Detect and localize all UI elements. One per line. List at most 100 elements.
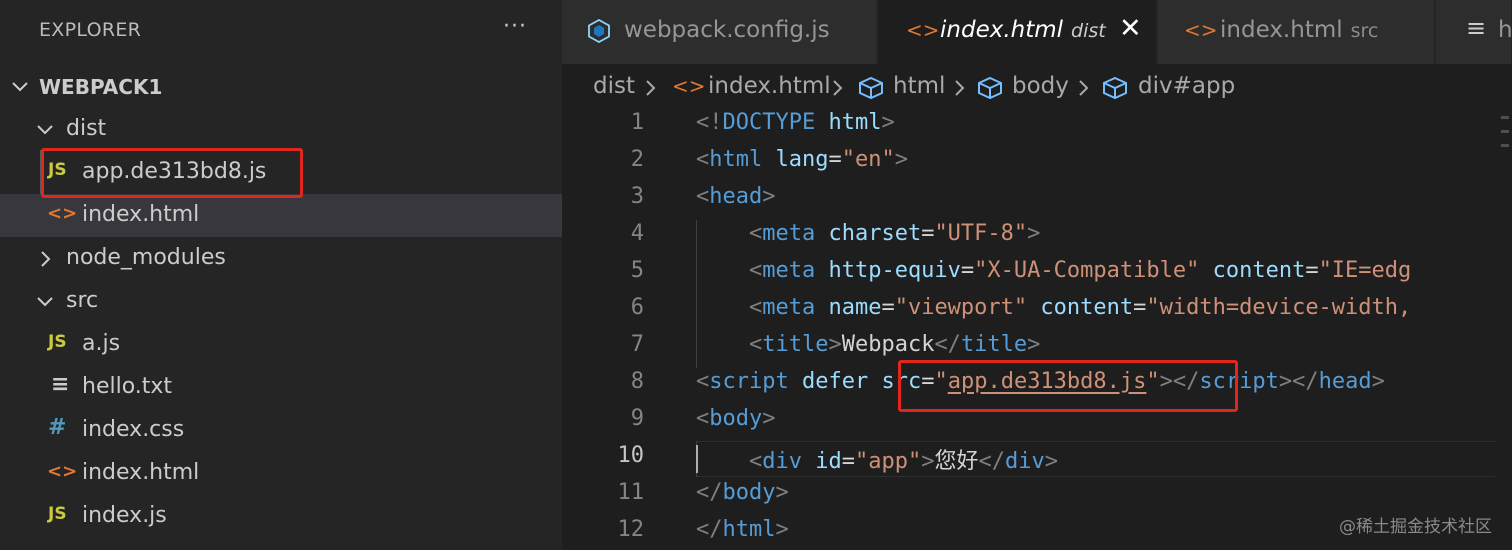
chevron-right-icon bbox=[646, 80, 656, 96]
tree-root-label: WEBPACK1 bbox=[39, 75, 163, 99]
code-token: < bbox=[748, 295, 763, 320]
code-token: charset bbox=[828, 221, 922, 246]
tab-label: webpack.config.js bbox=[624, 17, 830, 43]
code-token: "X-UA-Compatible" bbox=[974, 258, 1200, 283]
breadcrumb-item-div-app[interactable]: div#app bbox=[1138, 73, 1235, 99]
code-line: </html> bbox=[696, 517, 789, 542]
code-token: </ bbox=[696, 480, 723, 505]
code-line: <meta name="viewport" content="width=dev… bbox=[696, 295, 1411, 320]
more-actions-icon[interactable]: ··· bbox=[503, 14, 527, 39]
line-number: 3 bbox=[630, 184, 644, 209]
chevron-right-icon bbox=[955, 80, 965, 96]
code-token: > bbox=[762, 406, 776, 431]
tree-folder-node-modules[interactable]: node_modules bbox=[0, 237, 562, 280]
code-token: < bbox=[696, 406, 710, 431]
explorer-title: EXPLORER bbox=[39, 19, 142, 41]
code-line: <meta http-equiv="X-UA-Compatible" conte… bbox=[696, 258, 1411, 283]
breadcrumb-item-index-html[interactable]: index.html bbox=[708, 73, 831, 99]
code-token: = bbox=[841, 449, 855, 474]
text-file-icon: ≡ bbox=[1466, 14, 1487, 42]
code-line: </body> bbox=[696, 480, 789, 505]
line-number: 6 bbox=[630, 295, 644, 320]
code-token: > bbox=[828, 332, 842, 357]
code-token: head bbox=[1318, 369, 1372, 394]
code-token: "IE=edg bbox=[1318, 258, 1412, 283]
close-icon[interactable]: ✕ bbox=[1119, 13, 1142, 44]
line-number: 12 bbox=[617, 517, 645, 542]
chevron-right-icon bbox=[41, 251, 51, 267]
line-number: 8 bbox=[630, 369, 644, 394]
code-token: "width=device-width, bbox=[1146, 295, 1412, 320]
breadcrumb-item-dist[interactable]: dist bbox=[593, 73, 635, 99]
editor-tab-bar: webpack.config.js <> index.html dist ✕ <>… bbox=[562, 0, 1512, 64]
html-file-icon: <> bbox=[672, 74, 706, 98]
code-token: < bbox=[696, 147, 710, 172]
code-line: <!DOCTYPE html> bbox=[696, 110, 895, 135]
css-file-icon: # bbox=[48, 415, 67, 440]
webpack-icon bbox=[588, 19, 610, 43]
scrollbar-marker bbox=[1501, 144, 1509, 147]
code-token: title bbox=[960, 332, 1028, 357]
code-token: < bbox=[696, 369, 710, 394]
scrollbar-marker bbox=[1501, 130, 1509, 133]
tree-file-a-js[interactable]: JS a.js bbox=[0, 323, 562, 366]
html-file-icon: <> bbox=[906, 18, 940, 42]
code-token: lang bbox=[775, 147, 829, 172]
explorer-sidebar: EXPLORER ··· WEBPACK1 dist JS app.de313b… bbox=[0, 0, 562, 550]
symbol-element-icon bbox=[978, 76, 1002, 100]
code-token: "UTF-8" bbox=[934, 221, 1028, 246]
code-token: < bbox=[748, 332, 763, 357]
tree-file-index-css[interactable]: # index.css bbox=[0, 409, 562, 452]
code-token: > bbox=[762, 184, 776, 209]
tree-file-src-index-html[interactable]: <> index.html bbox=[0, 452, 562, 495]
breadcrumb-item-html[interactable]: html bbox=[893, 73, 945, 99]
code-token: < bbox=[748, 258, 763, 283]
code-token: = bbox=[828, 147, 842, 172]
chevron-down-icon bbox=[37, 297, 53, 307]
tab-description: dist bbox=[1071, 20, 1106, 42]
tab-hello-txt[interactable]: ≡ he bbox=[1436, 0, 1512, 64]
symbol-element-icon bbox=[859, 76, 883, 100]
code-token: html bbox=[722, 517, 776, 542]
tab-webpack-config[interactable]: webpack.config.js bbox=[562, 0, 877, 64]
tab-label: index.html dist bbox=[940, 17, 1106, 43]
tree-root-webpack1[interactable]: WEBPACK1 bbox=[0, 65, 562, 108]
tree-item-label: src bbox=[66, 288, 99, 313]
code-token: body bbox=[722, 480, 776, 505]
tree-file-hello-txt[interactable]: ≡ hello.txt bbox=[0, 366, 562, 409]
editor-scrollbar[interactable] bbox=[1498, 110, 1512, 550]
code-token: > bbox=[1027, 221, 1041, 246]
tree-file-dist-index-html[interactable]: <> index.html bbox=[0, 194, 562, 237]
line-number: 7 bbox=[630, 332, 644, 357]
line-number: 11 bbox=[617, 480, 645, 505]
code-token: title bbox=[762, 332, 829, 357]
code-token: meta bbox=[762, 258, 816, 283]
code-token: div bbox=[1004, 449, 1045, 474]
code-token: ></ bbox=[1278, 369, 1319, 394]
tab-index-html-dist[interactable]: <> index.html dist ✕ bbox=[878, 0, 1157, 64]
tree-folder-dist[interactable]: dist bbox=[0, 108, 562, 151]
code-token: meta bbox=[762, 295, 816, 320]
tab-label: index.html src bbox=[1220, 17, 1379, 43]
code-token: defer bbox=[801, 369, 869, 394]
code-token: > bbox=[775, 480, 789, 505]
tab-index-html-src[interactable]: <> index.html src bbox=[1158, 0, 1435, 64]
breadcrumb-item-body[interactable]: body bbox=[1012, 73, 1069, 99]
tree-file-index-js[interactable]: JS index.js bbox=[0, 495, 562, 538]
chevron-down-icon bbox=[12, 82, 28, 92]
code-line: <title>Webpack</title> bbox=[696, 332, 1040, 357]
code-token: "viewport" bbox=[894, 295, 1028, 320]
code-token: > bbox=[881, 110, 895, 135]
code-line: <body> bbox=[696, 406, 775, 431]
code-editor[interactable]: 1 <!DOCTYPE html> 2 <html lang="en"> 3 <head>… bbox=[562, 110, 1512, 550]
tree-folder-src[interactable]: src bbox=[0, 280, 562, 323]
